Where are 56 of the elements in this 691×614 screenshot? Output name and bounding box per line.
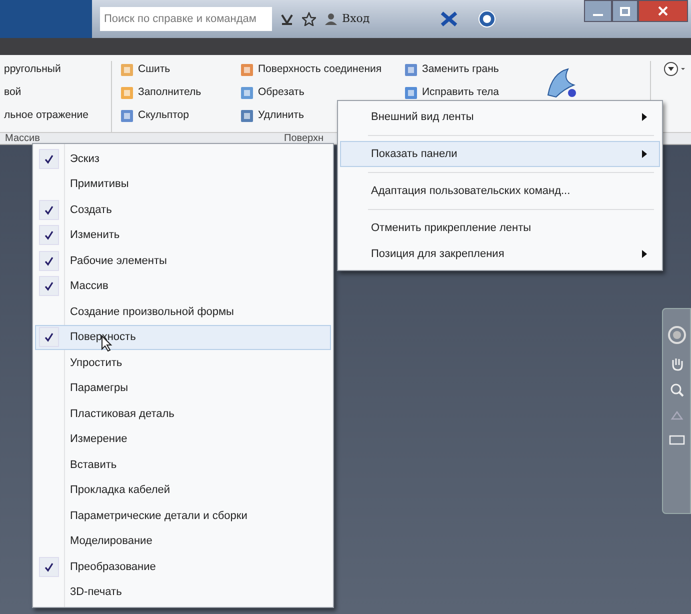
ribbon-command[interactable]: Заменить грань (404, 61, 499, 79)
menu-item[interactable]: Внешний вид ленты (340, 104, 660, 130)
panel-label: Поверхн (284, 133, 324, 144)
dropdown-icon[interactable] (663, 61, 687, 77)
close-button[interactable] (638, 0, 688, 22)
user-icon[interactable] (324, 12, 338, 26)
menu-item[interactable]: Создание произвольной формы (35, 299, 331, 324)
tool-icon (240, 86, 254, 100)
menu-item[interactable]: Отменить прикрепление ленты (340, 215, 660, 241)
zoom-icon[interactable] (670, 383, 684, 397)
ribbon-command[interactable]: Сшить (120, 61, 170, 79)
view-icon[interactable] (668, 435, 684, 445)
search-field[interactable]: Поиск по справке и командам (100, 7, 272, 31)
star-icon[interactable] (302, 12, 316, 26)
ribbon-command[interactable]: вой (4, 84, 22, 102)
ribbon-command[interactable]: льное отражение (4, 107, 88, 125)
ribbon-command[interactable]: Обрезать (240, 84, 304, 102)
menu-item[interactable]: Массив (35, 274, 331, 299)
minimize-button[interactable] (584, 0, 612, 22)
maximize-button[interactable] (612, 0, 638, 22)
menu-item[interactable]: Прокладка кабелей (35, 478, 331, 503)
ribbon-command[interactable]: рругольный (4, 61, 61, 79)
ribbon-command[interactable]: Исправить тела (404, 84, 499, 102)
menu-item[interactable]: Параметрические детали и сборки (35, 503, 331, 528)
menu-item[interactable]: Эскиз (35, 146, 331, 172)
menu-item[interactable]: Изменить (35, 222, 331, 248)
menu-item[interactable]: Упростить (35, 350, 331, 376)
menu-item[interactable]: Позиция для закрепления (340, 241, 660, 267)
menu-item[interactable]: Измерение (35, 426, 331, 452)
steering-wheel-icon[interactable] (666, 325, 686, 345)
menu-item[interactable]: Показать панели (340, 141, 660, 167)
tool-icon (240, 109, 254, 123)
ribbon-command[interactable]: Скульптор (120, 107, 189, 125)
menu-item[interactable]: Моделирование (35, 528, 331, 554)
tool-icon (120, 109, 134, 123)
tool-icon (404, 63, 418, 77)
tool-icon (120, 63, 134, 77)
menu-item[interactable]: Вставить (35, 452, 331, 478)
menu-item[interactable]: Рабочие элементы (35, 248, 331, 274)
hand-icon[interactable] (670, 357, 684, 371)
close-icon (658, 6, 668, 16)
ribbon-command[interactable]: Поверхность соединения (240, 61, 382, 79)
menu-item[interactable]: Адаптация пользовательских команд... (340, 178, 660, 204)
menu-item[interactable]: Преобразование (35, 554, 331, 580)
ribbon-command[interactable]: Удлинить (240, 107, 304, 125)
binoculars-icon[interactable] (280, 12, 294, 26)
menu-item[interactable]: Примитивы (35, 172, 331, 197)
menu-item[interactable]: 3D-печать (35, 580, 331, 605)
panel-label: Массив (4, 133, 41, 144)
tool-icon (120, 86, 134, 100)
menu-item[interactable]: Создать (35, 197, 331, 222)
menu-item[interactable]: Пластиковая деталь (35, 401, 331, 426)
ribbon-command[interactable]: Заполнитель (120, 84, 202, 102)
tool-icon (240, 63, 254, 77)
menu-item[interactable]: Парамегры (35, 376, 331, 401)
sign-in-button[interactable]: Вход (342, 10, 370, 28)
